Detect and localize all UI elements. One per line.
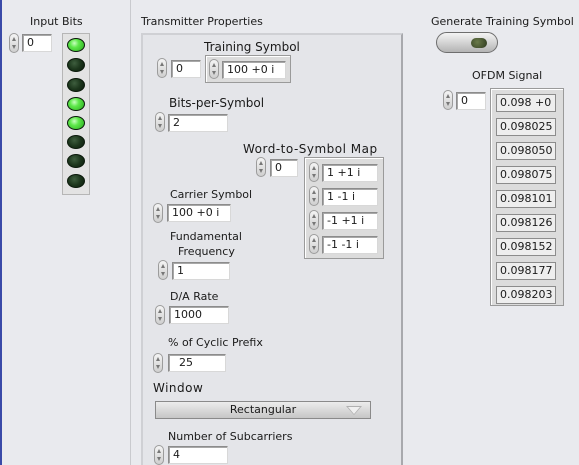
word-map-element-spinner[interactable] [309, 210, 319, 230]
bits-per-symbol-field[interactable]: 2 [168, 114, 228, 132]
input-bit-led[interactable] [67, 116, 85, 130]
carrier-symbol-spinner[interactable] [153, 203, 163, 223]
subcarriers-field[interactable]: 4 [168, 446, 228, 464]
generate-training-symbol-button[interactable] [436, 32, 498, 53]
cyclic-prefix-label: % of Cyclic Prefix [168, 336, 263, 349]
input-bits-title: Input Bits [30, 15, 83, 28]
word-map-element-spinner[interactable] [309, 162, 319, 182]
da-rate-spinner[interactable] [155, 305, 165, 325]
training-symbol-index-field[interactable]: 0 [171, 60, 201, 78]
input-bit-led[interactable] [67, 38, 85, 52]
subcarriers-label: Number of Subcarriers [168, 430, 293, 443]
input-bit-led[interactable] [67, 135, 85, 149]
ofdm-signal-value: 0.098025 [496, 118, 556, 136]
ofdm-signal-value: 0.098203 [496, 286, 556, 304]
word-to-symbol-map-label: Word-to-Symbol Map [243, 142, 378, 156]
word-map-element-field[interactable]: -1 +1 i [322, 212, 378, 230]
word-map-element-field[interactable]: 1 -1 i [322, 188, 378, 206]
da-rate-label: D/A Rate [170, 290, 219, 303]
chevron-down-icon[interactable] [346, 406, 362, 415]
cyclic-prefix-spinner[interactable] [153, 353, 163, 373]
fundamental-frequency-spinner[interactable] [158, 260, 168, 280]
input-bit-led[interactable] [67, 58, 85, 72]
input-bit-led[interactable] [67, 78, 85, 92]
fundamental-frequency-label: Fundamental [170, 230, 242, 243]
ofdm-signal-value: 0.098 +0 [496, 94, 556, 112]
word-map-element-field[interactable]: -1 -1 i [322, 236, 378, 254]
subcarriers-spinner[interactable] [154, 445, 164, 465]
ofdm-signal-value: 0.098126 [496, 214, 556, 232]
panel-divider [130, 0, 131, 465]
carrier-symbol-label: Carrier Symbol [170, 188, 253, 201]
input-bits-index-spinner[interactable] [9, 33, 19, 53]
training-symbol-label: Training Symbol [204, 40, 300, 54]
word-map-element-field[interactable]: 1 +1 i [322, 164, 378, 182]
carrier-symbol-field[interactable]: 100 +0 i [167, 204, 231, 222]
bits-per-symbol-label: Bits-per-Symbol [169, 96, 265, 110]
word-map-index-field[interactable]: 0 [270, 159, 298, 177]
ofdm-signal-value: 0.098075 [496, 166, 556, 184]
ofdm-signal-array-frame: 0.098 +0 0.098025 0.098050 0.098075 0.09… [490, 88, 564, 306]
bits-per-symbol-spinner[interactable] [155, 112, 165, 132]
window-ring-control[interactable]: Rectangular [155, 401, 371, 419]
transmitter-properties-title: Transmitter Properties [141, 15, 263, 28]
word-map-element-spinner[interactable] [309, 186, 319, 206]
ofdm-signal-value: 0.098177 [496, 262, 556, 280]
fundamental-frequency-label-line2: Frequency [178, 245, 235, 258]
training-symbol-value-spinner[interactable] [209, 59, 219, 79]
ofdm-signal-index-field[interactable]: 0 [456, 92, 486, 110]
training-symbol-value-field[interactable]: 100 +0 i [222, 61, 286, 79]
input-bits-led-array [62, 33, 90, 195]
input-bit-led[interactable] [67, 174, 85, 188]
fundamental-frequency-field[interactable]: 1 [172, 262, 230, 280]
ofdm-signal-index-spinner[interactable] [443, 90, 453, 110]
generate-training-symbol-label: Generate Training Symbol [431, 15, 574, 28]
training-symbol-index-spinner[interactable] [157, 58, 167, 78]
ofdm-signal-value: 0.098101 [496, 190, 556, 208]
ofdm-signal-value: 0.098050 [496, 142, 556, 160]
window-label: Window [153, 381, 204, 395]
word-map-element-spinner[interactable] [309, 234, 319, 254]
input-bits-index-field[interactable]: 0 [22, 34, 52, 52]
input-bit-led[interactable] [67, 97, 85, 111]
window-ring-value: Rectangular [229, 403, 297, 416]
button-indicator-light-icon [471, 38, 487, 48]
ofdm-signal-label: OFDM Signal [472, 69, 543, 82]
left-divider [0, 0, 2, 465]
da-rate-field[interactable]: 1000 [169, 306, 229, 324]
cyclic-prefix-field[interactable]: 25 [168, 354, 226, 372]
input-bit-led[interactable] [67, 154, 85, 168]
word-map-index-spinner[interactable] [256, 157, 266, 177]
ofdm-signal-value: 0.098152 [496, 238, 556, 256]
